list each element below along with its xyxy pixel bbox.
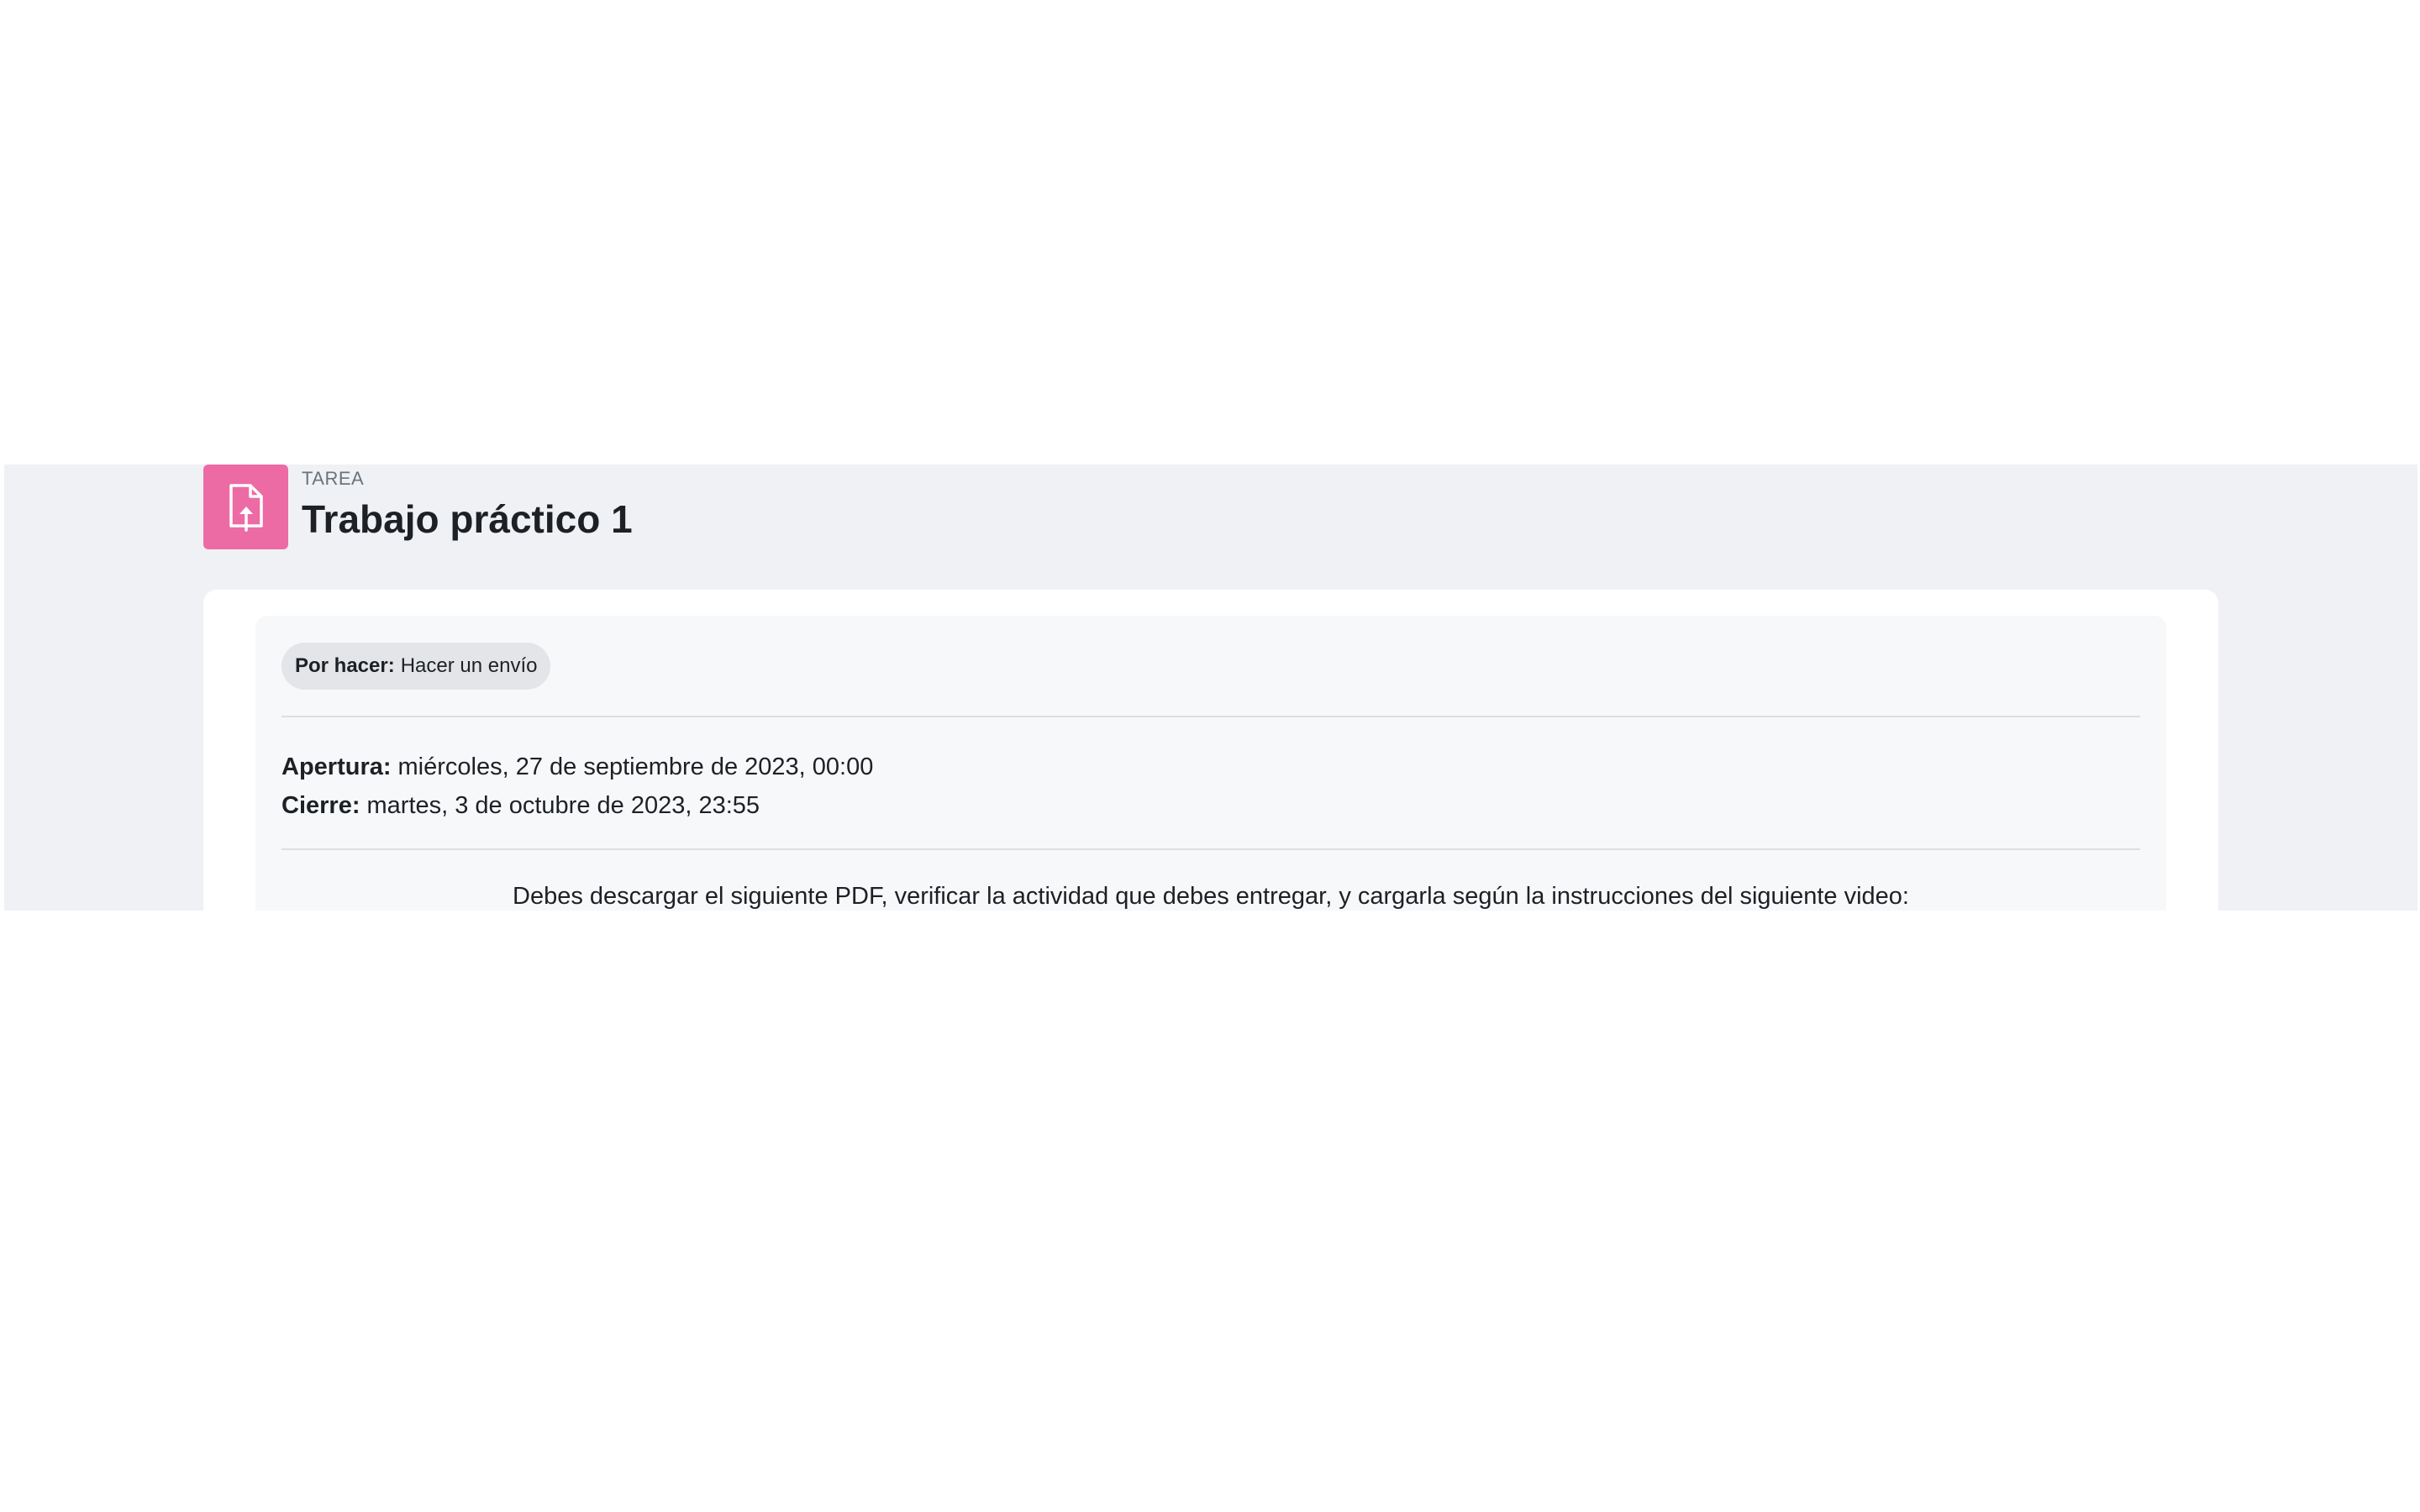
activity-dates: Apertura: miércoles, 27 de septiembre de … <box>281 748 873 825</box>
divider-top <box>281 716 2140 717</box>
todo-status-value: Hacer un envío <box>400 654 538 677</box>
opening-date-row: Apertura: miércoles, 27 de septiembre de … <box>281 748 873 786</box>
page-content-band: TAREA Trabajo práctico 1 Por hacer: Hace… <box>4 465 2417 911</box>
activity-header: TAREA Trabajo práctico 1 <box>203 465 633 549</box>
todo-status-badge: Por hacer: Hacer un envío <box>281 643 551 690</box>
closing-date-row: Cierre: martes, 3 de octubre de 2023, 23:… <box>281 786 873 825</box>
divider-bottom <box>281 848 2140 850</box>
closing-date-value: martes, 3 de octubre de 2023, 23:55 <box>366 792 760 819</box>
activity-description: Debes descargar el siguiente PDF, verifi… <box>513 883 1909 910</box>
activity-information-panel: Por hacer: Hacer un envío Apertura: miérc… <box>255 616 2166 911</box>
opening-date-value: miércoles, 27 de septiembre de 2023, 00:… <box>397 753 874 780</box>
header-text: TAREA Trabajo práctico 1 <box>302 465 633 542</box>
page-title: Trabajo práctico 1 <box>302 497 633 541</box>
activity-card: Por hacer: Hacer un envío Apertura: miérc… <box>203 590 2218 911</box>
closing-date-label: Cierre: <box>281 792 360 819</box>
todo-status-label: Por hacer: <box>295 654 395 677</box>
activity-type-label: TAREA <box>302 468 365 489</box>
assignment-upload-icon <box>203 465 288 549</box>
opening-date-label: Apertura: <box>281 753 392 780</box>
